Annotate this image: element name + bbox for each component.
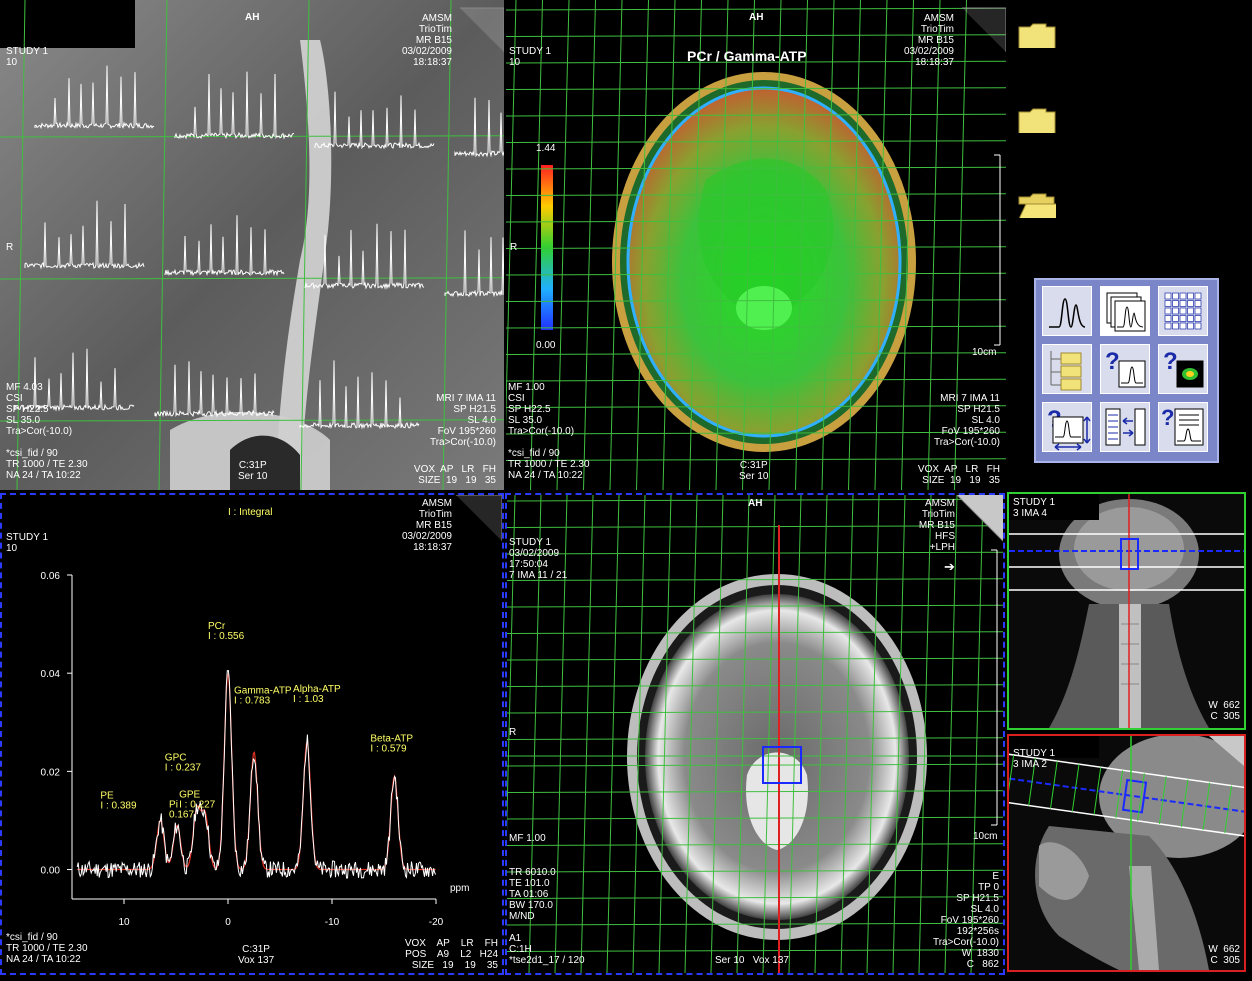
grid-icon (1164, 292, 1202, 330)
query-spectrum-icon: ? (1105, 348, 1146, 388)
folder-tree-icon (1050, 351, 1082, 391)
coronal-localizer-image (1009, 494, 1244, 728)
page-fold-corner[interactable] (506, 0, 1006, 490)
svg-text:?: ? (1163, 348, 1178, 375)
spectrum-plot-viewport[interactable]: 0.06 0.04 0.02 0.00 10 0 -10 -20 ppm PE I : 0.389… (0, 493, 504, 975)
spectrum-table-icon: ? (1161, 405, 1204, 446)
svg-text:?: ? (1161, 405, 1174, 430)
query-map-icon: ? (1163, 348, 1204, 388)
sagittal-localizer-image (1009, 736, 1244, 970)
coronal-localizer-viewport[interactable]: STUDY 1 3 IMA 4 W 662 C 305 (1007, 492, 1246, 730)
metabolite-map-viewport[interactable]: AH PCr / Gamma-ATP STUDY 1 10 AMSM TrioT… (506, 0, 1006, 490)
folder-icon[interactable] (1018, 22, 1056, 48)
grid-view-button[interactable] (1158, 286, 1208, 336)
arrow-right-icon: ➔ (944, 559, 955, 574)
query-scale-icon: ? (1047, 406, 1091, 451)
sagittal-localizer-viewport[interactable]: STUDY 1 3 IMA 2 W 662 C 305 (1007, 734, 1246, 972)
page-fold-corner[interactable] (507, 495, 1003, 973)
page-fold-corner[interactable] (2, 495, 502, 973)
svg-text:?: ? (1105, 348, 1120, 375)
tool-area: ? ? ? ? (1008, 0, 1252, 490)
study-info: STUDY 1 3 IMA 4 (1013, 497, 1056, 519)
window-level-info: W 662 C 305 (1208, 700, 1240, 722)
spectrum-table-button[interactable]: ? (1158, 402, 1208, 452)
spectrum-view-button[interactable] (1042, 286, 1092, 336)
folder-icon[interactable] (1018, 107, 1056, 133)
anatomy-axial-viewport[interactable]: AH STUDY 1 03/02/2009 17:50:04 7 IMA 11 … (505, 493, 1005, 975)
stacked-spectra-button[interactable] (1100, 286, 1150, 336)
tool-palette: ? ? ? ? (1034, 278, 1219, 463)
open-folder-icon[interactable] (1018, 192, 1056, 218)
query-scale-button[interactable]: ? (1042, 402, 1092, 452)
query-spectrum-button[interactable]: ? (1100, 344, 1150, 394)
folder-tree-button[interactable] (1042, 344, 1092, 394)
spectrum-icon (1049, 298, 1086, 328)
list-arrows-button[interactable] (1100, 402, 1150, 452)
window-level-info: W 662 C 305 (1208, 944, 1240, 966)
query-map-button[interactable]: ? (1158, 344, 1208, 394)
stacked-spectra-icon (1106, 292, 1146, 332)
list-arrows-icon (1105, 408, 1146, 446)
study-info: STUDY 1 3 IMA 2 (1013, 748, 1056, 770)
page-fold-corner[interactable] (0, 0, 504, 490)
csi-spectra-viewport[interactable]: AH STUDY 1 10 AMSM TrioTim MR B15 03/02/… (0, 0, 504, 490)
